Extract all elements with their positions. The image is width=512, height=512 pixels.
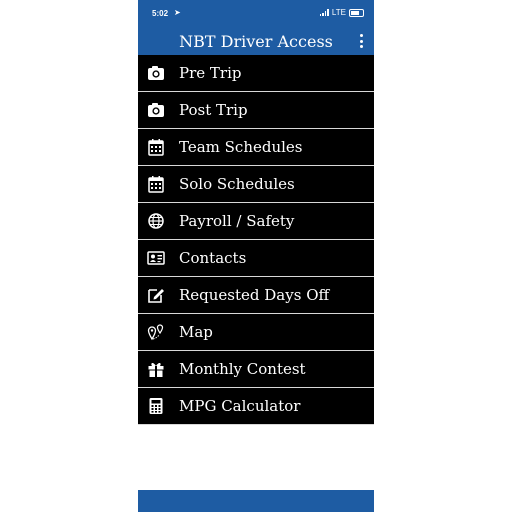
menu-item-label: Contacts — [179, 249, 247, 267]
menu-item-requested-days-off[interactable]: Requested Days Off — [138, 277, 374, 314]
menu-item-label: Team Schedules — [179, 138, 303, 156]
status-indicators: LTE — [319, 8, 364, 17]
calendar-icon — [148, 176, 164, 193]
camera-icon — [148, 103, 164, 117]
calendar-icon — [148, 139, 164, 156]
menu-item-contacts[interactable]: Contacts — [138, 240, 374, 277]
menu-item-map[interactable]: Map — [138, 314, 374, 351]
menu-list: Pre Trip Post Trip Team Schedules Solo S… — [138, 55, 374, 425]
menu-item-label: Monthly Contest — [179, 360, 306, 378]
gift-icon — [148, 362, 164, 377]
status-time: 5:02 — [152, 9, 169, 18]
location-arrow-icon: ➤ — [174, 8, 181, 17]
contact-card-icon — [147, 251, 165, 265]
more-vertical-icon[interactable] — [356, 34, 366, 48]
menu-item-label: MPG Calculator — [179, 397, 301, 415]
menu-item-mpg-calculator[interactable]: MPG Calculator — [138, 388, 374, 425]
signal-icon — [319, 9, 329, 16]
network-label: LTE — [331, 8, 346, 17]
menu-item-payroll-safety[interactable]: Payroll / Safety — [138, 203, 374, 240]
calculator-icon — [149, 398, 163, 414]
menu-item-label: Pre Trip — [179, 64, 242, 82]
battery-icon — [349, 8, 364, 17]
app-header: NBT Driver Access — [138, 28, 374, 55]
app-title: NBT Driver Access — [179, 32, 333, 51]
bottom-bar — [138, 490, 374, 512]
menu-item-label: Payroll / Safety — [179, 212, 295, 230]
menu-item-monthly-contest[interactable]: Monthly Contest — [138, 351, 374, 388]
menu-item-team-schedules[interactable]: Team Schedules — [138, 129, 374, 166]
menu-item-pre-trip[interactable]: Pre Trip — [138, 55, 374, 92]
menu-item-label: Map — [179, 323, 213, 341]
menu-item-solo-schedules[interactable]: Solo Schedules — [138, 166, 374, 203]
menu-item-label: Post Trip — [179, 101, 248, 119]
menu-item-label: Requested Days Off — [179, 286, 330, 304]
menu-item-label: Solo Schedules — [179, 175, 295, 193]
status-bar: 5:02 ➤ LTE — [138, 0, 374, 28]
edit-icon — [148, 289, 164, 303]
globe-icon — [148, 213, 164, 229]
phone-screen: 5:02 ➤ LTE NBT Driver Access Pre Trip Po… — [138, 0, 374, 512]
map-pin-icon — [147, 324, 164, 341]
menu-item-post-trip[interactable]: Post Trip — [138, 92, 374, 129]
camera-icon — [148, 66, 164, 80]
